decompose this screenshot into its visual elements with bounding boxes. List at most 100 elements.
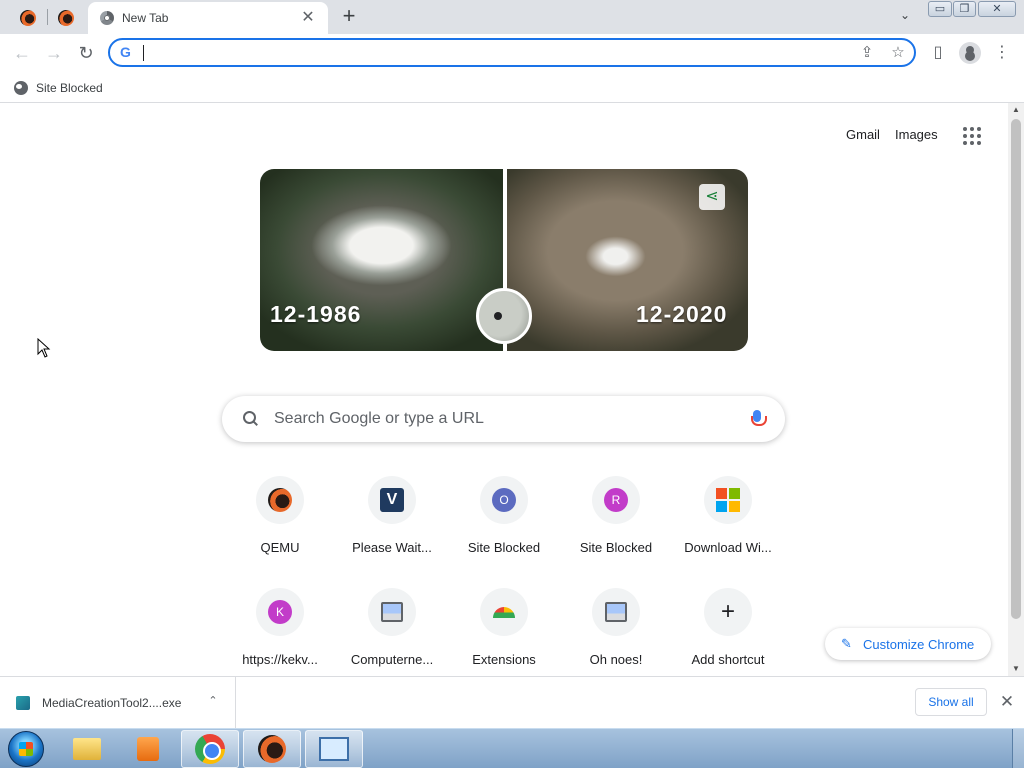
chrome-menu-icon[interactable]: ⋮ xyxy=(991,42,1013,64)
download-shelf: MediaCreationTool2....exe ⌃ Show all ✕ xyxy=(0,676,1024,729)
windows-taskbar xyxy=(0,728,1024,768)
scroll-up-icon[interactable]: ▲ xyxy=(1008,103,1024,117)
doodle-date-before: 12-1986 xyxy=(270,301,362,327)
google-apps-icon[interactable] xyxy=(963,127,981,145)
shortcut-label: Oh noes! xyxy=(589,652,643,667)
shortcut-label: Computerne... xyxy=(350,652,434,667)
customize-chrome-button[interactable]: ✎ Customize Chrome xyxy=(825,628,991,660)
add-shortcut-button[interactable]: + Add shortcut xyxy=(672,585,784,677)
address-bar[interactable]: G ⇪ ☆ xyxy=(108,38,916,67)
share-icon[interactable]: ⇪ xyxy=(858,44,876,62)
download-options-chevron-icon[interactable]: ⌃ xyxy=(206,694,220,708)
bookmarks-bar: Site Blocked xyxy=(0,72,1024,103)
gmail-link[interactable]: Gmail xyxy=(846,127,880,142)
bookmark-star-icon[interactable]: ☆ xyxy=(889,44,907,62)
window-close-button[interactable]: ✕ xyxy=(978,1,1016,17)
taskbar-network[interactable] xyxy=(305,730,363,768)
scroll-thumb[interactable] xyxy=(1011,119,1021,619)
google-search-box[interactable] xyxy=(222,396,785,442)
scroll-down-icon[interactable]: ▼ xyxy=(1008,662,1024,676)
explorer-icon xyxy=(73,738,101,760)
network-icon xyxy=(319,737,349,761)
shortcut-label: QEMU xyxy=(260,540,300,555)
microphone-icon[interactable] xyxy=(750,410,767,430)
google-g-icon: G xyxy=(120,44,131,60)
bookmark-label: Site Blocked xyxy=(36,81,103,95)
plus-icon: + xyxy=(720,598,735,625)
shortcut-download-windows[interactable]: Download Wi... xyxy=(672,473,784,565)
taskbar-chrome[interactable] xyxy=(181,730,239,768)
minimize-button[interactable]: ▭ xyxy=(928,1,952,17)
search-icon xyxy=(242,410,260,428)
download-filename: MediaCreationTool2....exe xyxy=(42,696,182,710)
doodle-date-after: 12-2020 xyxy=(636,301,728,327)
shortcut-computerne[interactable]: Computerne... xyxy=(336,585,448,677)
close-download-shelf-icon[interactable]: ✕ xyxy=(997,692,1017,712)
doodle-slider-handle[interactable] xyxy=(476,288,532,344)
shortcut-label: Download Wi... xyxy=(684,540,772,555)
shortcut-qemu[interactable]: QEMU xyxy=(224,473,336,565)
shortcut-kekv[interactable]: K https://kekv... xyxy=(224,585,336,677)
shortcut-label: Site Blocked xyxy=(467,540,541,555)
shortcut-please-wait[interactable]: V Please Wait... xyxy=(336,473,448,565)
search-input[interactable] xyxy=(274,409,734,429)
tab-search-chevron-icon[interactable]: ⌄ xyxy=(896,8,914,26)
letter-r-icon: R xyxy=(604,488,628,512)
taskbar-media-player[interactable] xyxy=(119,730,177,768)
address-input[interactable] xyxy=(142,43,842,62)
back-button[interactable]: ← xyxy=(10,41,34,65)
qemu-icon xyxy=(268,488,292,512)
pinned-tab-qemu-2[interactable] xyxy=(48,4,84,32)
download-item[interactable]: MediaCreationTool2....exe ⌃ xyxy=(16,677,236,729)
show-desktop-button[interactable] xyxy=(1012,729,1024,768)
text-caret xyxy=(143,45,144,61)
customize-chrome-label: Customize Chrome xyxy=(863,636,975,652)
restore-button[interactable]: ❐ xyxy=(953,1,976,17)
shortcut-label: Please Wait... xyxy=(352,540,432,555)
globe-icon xyxy=(14,81,28,95)
chrome-icon xyxy=(195,734,225,764)
new-tab-button[interactable]: + xyxy=(338,5,360,27)
qemu-icon xyxy=(58,10,74,26)
qemu-icon xyxy=(258,735,286,763)
page-scrollbar[interactable]: ▲ ▼ xyxy=(1008,103,1024,676)
letter-o-icon: O xyxy=(492,488,516,512)
computer-icon xyxy=(605,602,627,622)
shortcut-oh-noes[interactable]: Oh noes! xyxy=(560,585,672,677)
taskbar-qemu[interactable] xyxy=(243,730,301,768)
shortcut-label: Site Blocked xyxy=(579,540,653,555)
pinned-tab-qemu-1[interactable] xyxy=(10,4,46,32)
start-orb-icon[interactable] xyxy=(8,731,44,767)
qemu-icon xyxy=(20,10,36,26)
tab-title: New Tab xyxy=(122,11,169,25)
shortcuts-grid: QEMU V Please Wait... O Site Blocked R S… xyxy=(224,473,784,677)
exe-file-icon xyxy=(16,696,30,710)
pencil-icon: ✎ xyxy=(841,636,852,651)
images-link[interactable]: Images xyxy=(895,127,938,142)
taskbar-explorer[interactable] xyxy=(58,730,116,768)
tab-close-icon[interactable]: ✕ xyxy=(298,8,318,28)
shortcut-label: Extensions xyxy=(472,652,536,667)
shortcut-label: https://kekv... xyxy=(242,652,318,667)
shortcut-site-blocked-r[interactable]: R Site Blocked xyxy=(560,473,672,565)
new-tab-page: Gmail Images 12-1986 12-2020 ⋖ QEMU V Pl… xyxy=(0,103,1008,676)
chrome-icon xyxy=(493,606,515,618)
windows-logo-icon xyxy=(716,488,740,512)
side-panel-icon[interactable]: ▯ xyxy=(927,42,949,64)
shortcut-site-blocked-o[interactable]: O Site Blocked xyxy=(448,473,560,565)
doodle-share-icon[interactable]: ⋖ xyxy=(699,184,725,210)
computer-icon xyxy=(381,602,403,622)
shortcut-label: Add shortcut xyxy=(691,652,765,667)
tab-new-tab[interactable]: New Tab ✕ xyxy=(88,2,328,34)
v-icon: V xyxy=(380,488,404,512)
reload-button[interactable]: ↻ xyxy=(74,41,98,65)
shortcut-extensions[interactable]: Extensions xyxy=(448,585,560,677)
google-doodle[interactable]: 12-1986 12-2020 ⋖ xyxy=(260,169,748,351)
letter-k-icon: K xyxy=(268,600,292,624)
bookmark-site-blocked[interactable]: Site Blocked xyxy=(14,77,103,99)
media-player-icon xyxy=(137,737,159,761)
show-all-button[interactable]: Show all xyxy=(915,688,987,716)
browser-toolbar: ← → ↻ G ⇪ ☆ ▯ ⋮ xyxy=(0,34,1024,72)
profile-avatar-icon[interactable] xyxy=(959,42,981,64)
forward-button[interactable]: → xyxy=(42,41,66,65)
